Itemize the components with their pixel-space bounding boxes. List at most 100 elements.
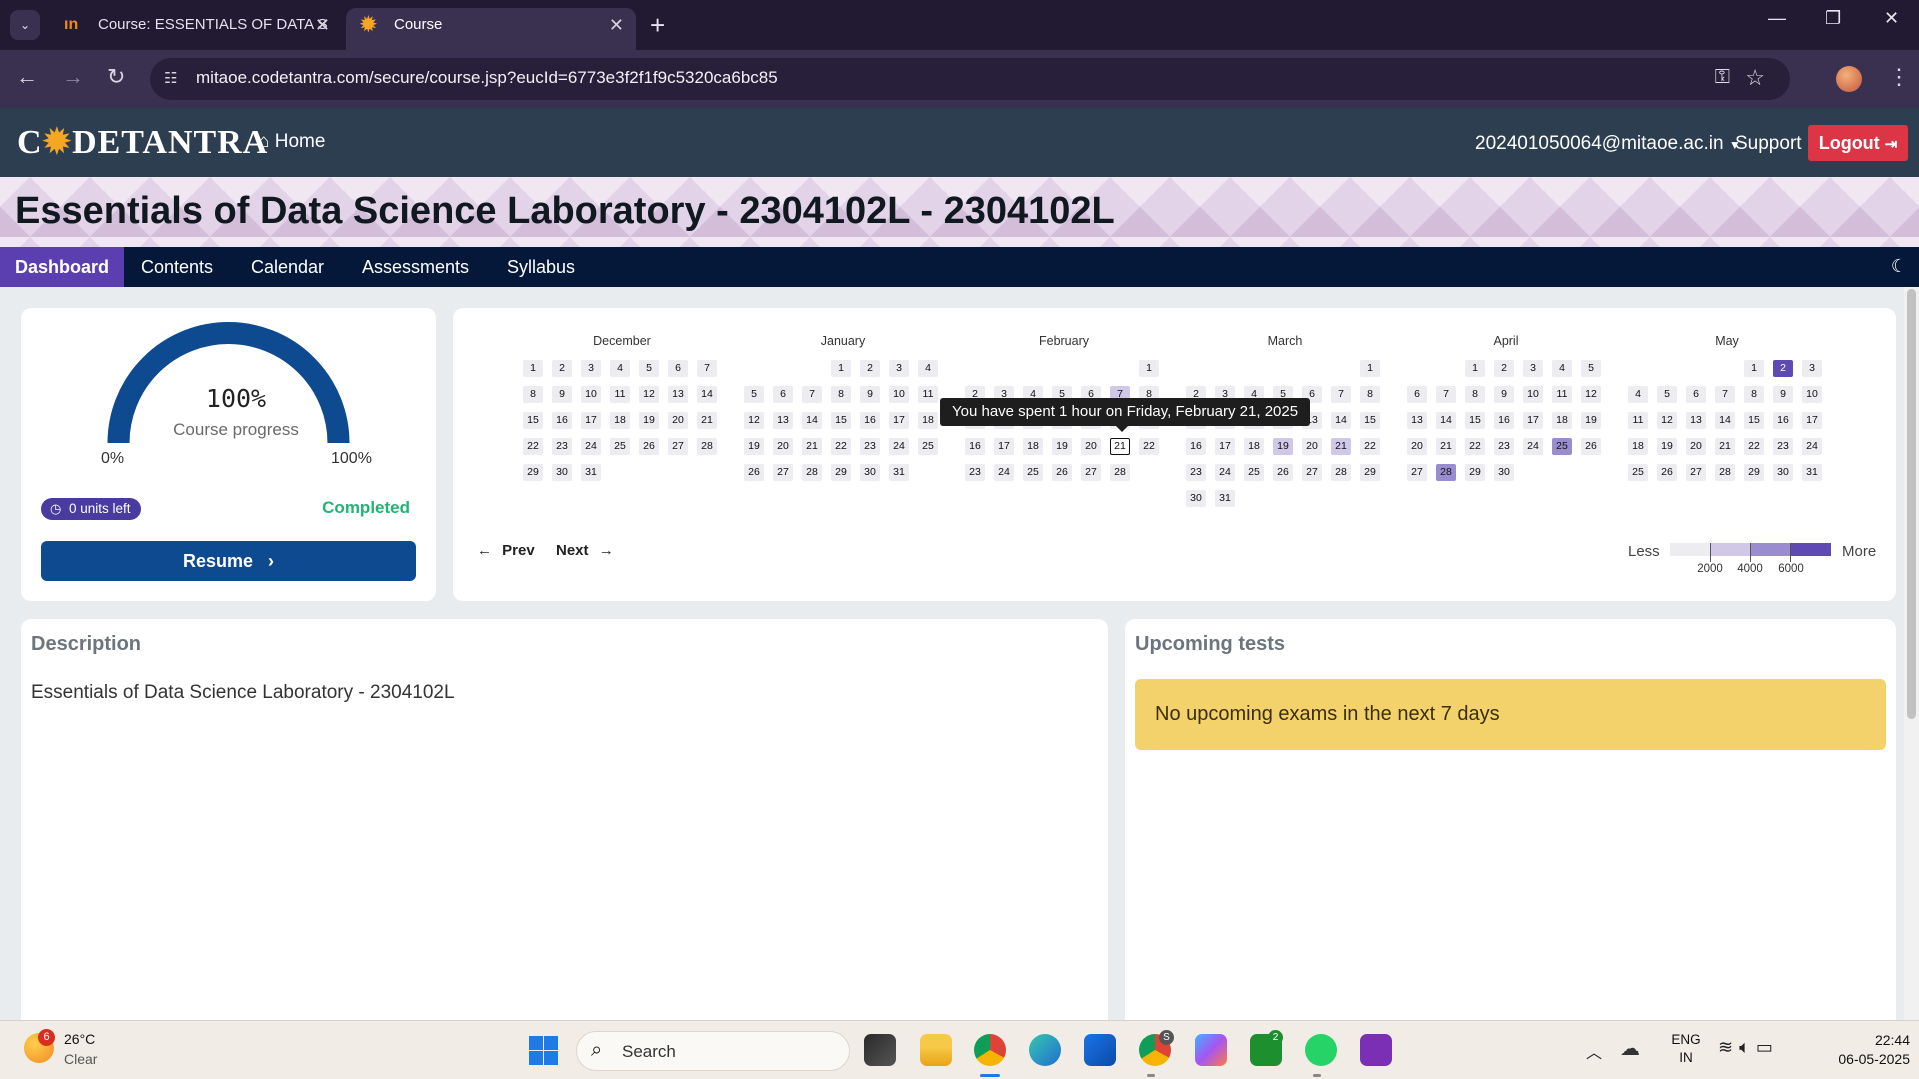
tab-assessments[interactable]: Assessments (347, 247, 484, 287)
new-tab-button[interactable]: + (650, 10, 665, 40)
calendar-day[interactable]: 21 (697, 412, 717, 429)
calendar-day[interactable]: 8 (1360, 386, 1380, 403)
calendar-day[interactable]: 24 (889, 438, 909, 455)
calendar-day[interactable]: 20 (1407, 438, 1427, 455)
taskbar-search[interactable]: ⌕ Search (576, 1031, 850, 1071)
scrollbar-thumb[interactable] (1907, 289, 1916, 719)
calendar-day[interactable]: 1 (1465, 360, 1485, 377)
calendar-day[interactable]: 22 (1139, 438, 1159, 455)
calendar-day[interactable]: 25 (610, 438, 630, 455)
minimize-icon[interactable]: — (1768, 8, 1786, 29)
calendar-day[interactable]: 24 (1215, 464, 1235, 481)
calendar-day[interactable]: 29 (1465, 464, 1485, 481)
calendar-day[interactable]: 8 (831, 386, 851, 403)
calendar-day[interactable]: 23 (860, 438, 880, 455)
calendar-day[interactable]: 22 (1465, 438, 1485, 455)
url-bar[interactable]: ☷ mitaoe.codetantra.com/secure/course.js… (150, 58, 1790, 100)
calendar-day[interactable]: 1 (523, 360, 543, 377)
calendar-day[interactable]: 3 (889, 360, 909, 377)
calendar-day[interactable]: 23 (552, 438, 572, 455)
whatsapp-icon[interactable] (1305, 1034, 1337, 1066)
calendar-day[interactable]: 9 (860, 386, 880, 403)
calendar-day[interactable]: 8 (1465, 386, 1485, 403)
calendar-day[interactable]: 11 (1628, 412, 1648, 429)
user-menu[interactable]: 202401050064@mitaoe.ac.in ▼ (1475, 133, 1741, 155)
calendar-day[interactable]: 5 (744, 386, 764, 403)
task-view-icon[interactable] (864, 1034, 896, 1066)
calendar-day[interactable]: 19 (639, 412, 659, 429)
calendar-day[interactable]: 6 (1407, 386, 1427, 403)
browser-tab[interactable]: ın Course: ESSENTIALS OF DATA S ✕ (50, 8, 342, 50)
tab-dashboard[interactable]: Dashboard (0, 247, 125, 287)
calendar-day[interactable]: 7 (802, 386, 822, 403)
calendar-day[interactable]: 28 (697, 438, 717, 455)
calendar-day[interactable]: 9 (552, 386, 572, 403)
calendar-day[interactable]: 17 (994, 438, 1014, 455)
close-tab-icon[interactable]: ✕ (315, 8, 330, 42)
calendar-day[interactable]: 24 (1802, 438, 1822, 455)
calendar-day[interactable]: 18 (1023, 438, 1043, 455)
tray-chevron-up-icon[interactable]: ︿ (1586, 1039, 1602, 1063)
calendar-day[interactable]: 31 (1802, 464, 1822, 481)
calendar-day[interactable]: 17 (889, 412, 909, 429)
restore-icon[interactable]: ❐ (1825, 8, 1841, 29)
calendar-day[interactable]: 22 (523, 438, 543, 455)
reload-icon[interactable]: ↻ (107, 64, 125, 90)
calendar-day[interactable]: 30 (1494, 464, 1514, 481)
calendar-day[interactable]: 30 (1773, 464, 1793, 481)
calendar-day[interactable]: 30 (1186, 490, 1206, 507)
calendar-day[interactable]: 12 (1581, 386, 1601, 403)
tab-calendar[interactable]: Calendar (236, 247, 339, 287)
calendar-day[interactable]: 26 (1273, 464, 1293, 481)
calendar-day[interactable]: 5 (1581, 360, 1601, 377)
calendar-day[interactable]: 23 (1773, 438, 1793, 455)
calendar-day[interactable]: 7 (1331, 386, 1351, 403)
profile-avatar[interactable] (1836, 66, 1862, 92)
app-icon[interactable] (1360, 1034, 1392, 1066)
calendar-day[interactable]: 27 (668, 438, 688, 455)
calendar-day[interactable]: 1 (1139, 360, 1159, 377)
calendar-day[interactable]: 17 (1523, 412, 1543, 429)
calendar-day[interactable]: 8 (1744, 386, 1764, 403)
calendar-day[interactable]: 2 (1494, 360, 1514, 377)
calendar-day[interactable]: 5 (639, 360, 659, 377)
calendar-day[interactable]: 12 (744, 412, 764, 429)
calendar-day[interactable]: 26 (639, 438, 659, 455)
calendar-day[interactable]: 31 (889, 464, 909, 481)
calendar-day[interactable]: 1 (1360, 360, 1380, 377)
calendar-day[interactable]: 18 (610, 412, 630, 429)
prev-button[interactable]: ← Prev (477, 542, 535, 559)
calendar-day[interactable]: 26 (744, 464, 764, 481)
calendar-day[interactable]: 25 (918, 438, 938, 455)
calendar-day[interactable]: 25 (1023, 464, 1043, 481)
calendar-day[interactable]: 16 (1186, 438, 1206, 455)
file-explorer-icon[interactable] (920, 1034, 952, 1066)
calendar-day[interactable]: 15 (1465, 412, 1485, 429)
calendar-day[interactable]: 19 (1052, 438, 1072, 455)
codetantra-logo[interactable]: C✹DETANTRA (17, 122, 268, 162)
calendar-day[interactable]: 13 (1407, 412, 1427, 429)
calendar-day[interactable]: 30 (860, 464, 880, 481)
onedrive-cloud-icon[interactable]: ☁ (1620, 1036, 1640, 1061)
calendar-day[interactable]: 13 (773, 412, 793, 429)
calendar-day[interactable]: 20 (668, 412, 688, 429)
calendar-day[interactable]: 6 (1686, 386, 1706, 403)
dark-mode-moon-icon[interactable]: ☾ (1891, 256, 1907, 277)
calendar-day[interactable]: 27 (1081, 464, 1101, 481)
calendar-day[interactable]: 3 (581, 360, 601, 377)
tab-contents[interactable]: Contents (126, 247, 228, 287)
calendar-day[interactable]: 6 (773, 386, 793, 403)
calendar-day[interactable]: 28 (802, 464, 822, 481)
calendar-day[interactable]: 2 (552, 360, 572, 377)
calendar-day[interactable]: 15 (1744, 412, 1764, 429)
calendar-day[interactable]: 28 (1436, 464, 1456, 481)
calendar-day[interactable]: 26 (1657, 464, 1677, 481)
browser-menu-icon[interactable]: ⋮ (1888, 64, 1910, 90)
calendar-day[interactable]: 3 (1802, 360, 1822, 377)
calendar-day[interactable]: 25 (1552, 438, 1572, 455)
resume-button[interactable]: Resume › (41, 541, 416, 581)
language-indicator[interactable]: ENG IN (1668, 1031, 1704, 1067)
calendar-day[interactable]: 31 (581, 464, 601, 481)
calendar-day[interactable]: 2 (1773, 360, 1793, 377)
calendar-day[interactable]: 5 (1657, 386, 1677, 403)
